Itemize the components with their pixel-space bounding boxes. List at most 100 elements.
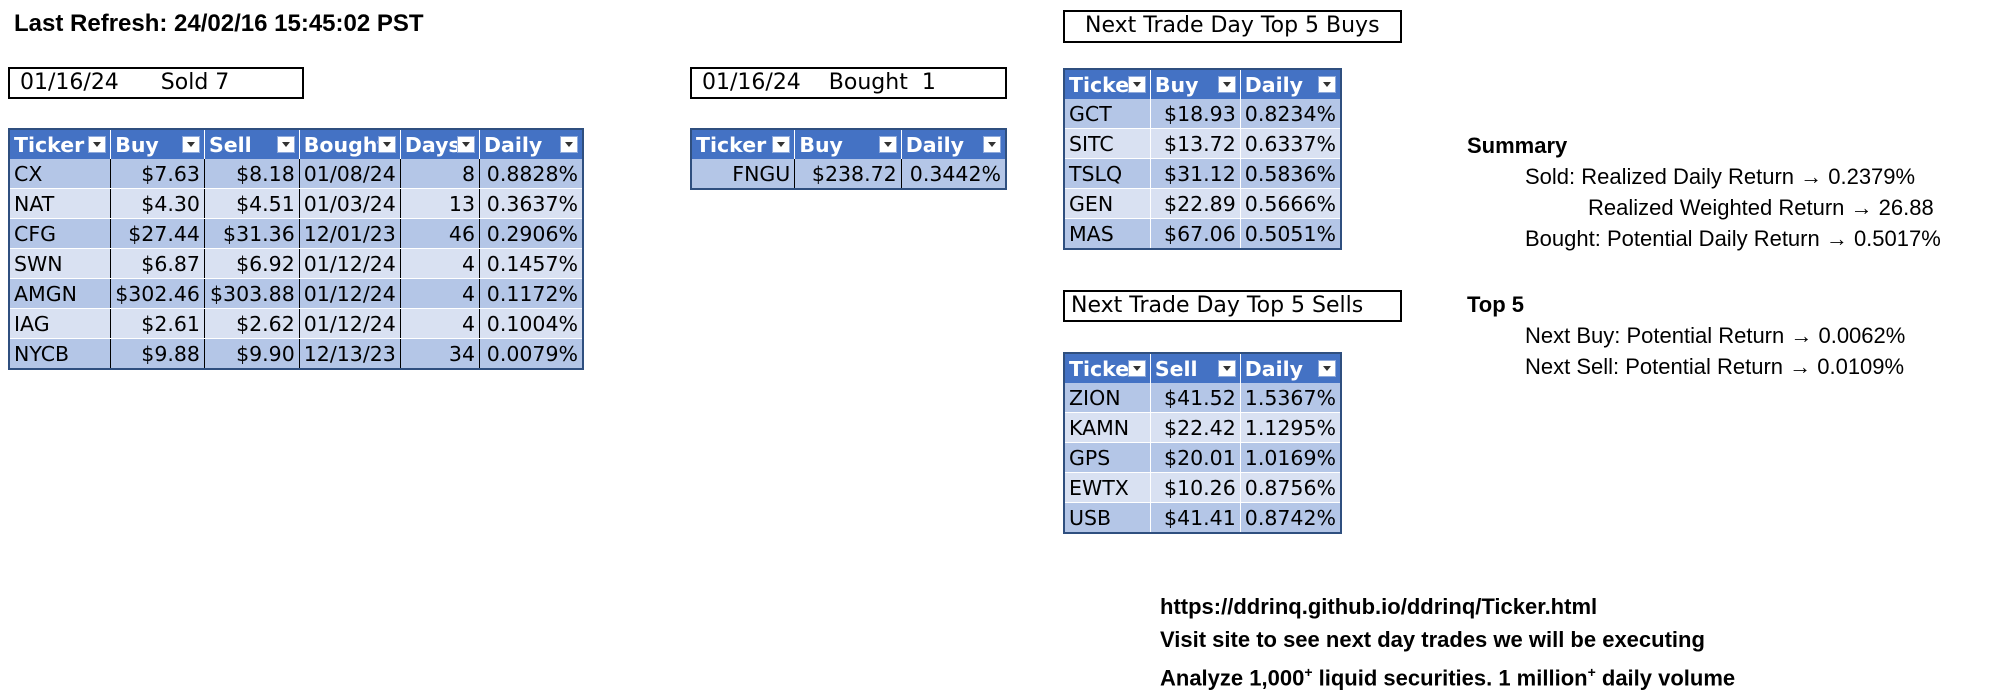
cell-bought: 01/12/24 [299, 248, 401, 279]
bought-count: 1 [921, 70, 936, 95]
col-daily[interactable]: Daily [1240, 353, 1342, 383]
filter-dropdown-icon[interactable] [1318, 76, 1336, 93]
cell-daily: 0.5051% [1240, 218, 1342, 250]
cell-bought: 01/08/24 [299, 159, 401, 189]
top5-title: Top 5 [1467, 292, 1525, 317]
footer: https://ddrinq.github.io/ddrinq/Ticker.h… [1160, 590, 1735, 694]
summary-weighted-line: Realized Weighted Return → 26.88 [1588, 195, 1934, 220]
col-buy[interactable]: Buy [110, 129, 205, 159]
summary-sold-line: Sold: Realized Daily Return → 0.2379% [1525, 164, 1916, 189]
top5-sells-title: Next Trade Day Top 5 Sells [1063, 290, 1402, 322]
top5-section: Top 5 Next Buy: Potential Return → 0.006… [1467, 289, 1905, 382]
table-row[interactable]: CX $7.63 $8.18 01/08/24 8 0.8828% [9, 159, 584, 189]
filter-dropdown-icon[interactable] [1127, 360, 1146, 377]
table-row[interactable]: NYCB $9.88 $9.90 12/13/23 34 0.0079% [9, 338, 584, 370]
table-row[interactable]: SWN $6.87 $6.92 01/12/24 4 0.1457% [9, 248, 584, 279]
filter-dropdown-icon[interactable] [878, 136, 897, 153]
cell-daily: 0.3637% [479, 188, 584, 219]
cell-days: 4 [400, 278, 481, 309]
filter-dropdown-icon[interactable] [1217, 360, 1236, 377]
top5-buy-line: Next Buy: Potential Return → 0.0062% [1525, 323, 1906, 348]
sold-date: 01/16/24 [20, 70, 119, 95]
col-ticker[interactable]: Ticker [9, 129, 112, 159]
filter-dropdown-icon[interactable] [377, 136, 396, 153]
col-sell[interactable]: Sell [1150, 353, 1241, 383]
table-row[interactable]: ZION $41.52 1.5367% [1064, 383, 1342, 413]
table-row[interactable]: NAT $4.30 $4.51 01/03/24 13 0.3637% [9, 188, 584, 219]
analyze-text: Analyze 1,000+ liquid securities. 1 mill… [1160, 664, 1736, 691]
cell-buy: $9.88 [110, 338, 205, 370]
cell-sell: $20.01 [1150, 442, 1241, 473]
site-link[interactable]: https://ddrinq.github.io/ddrinq/Ticker.h… [1160, 590, 1735, 623]
cell-daily: 1.0169% [1240, 442, 1342, 473]
cell-daily: 0.1457% [479, 248, 584, 279]
cell-daily: 0.8742% [1240, 502, 1342, 534]
table-row[interactable]: MAS $67.06 0.5051% [1064, 218, 1342, 250]
filter-dropdown-icon[interactable] [181, 136, 200, 153]
cell-ticker: NYCB [9, 338, 112, 370]
table-row[interactable]: FNGU $238.72 0.3442% [691, 159, 1007, 190]
cell-daily: 0.5666% [1240, 188, 1342, 219]
cell-daily: 0.1172% [479, 278, 584, 309]
col-daily[interactable]: Daily [901, 129, 1007, 159]
table-row[interactable]: SITC $13.72 0.6337% [1064, 128, 1342, 159]
cell-sell: $4.51 [204, 188, 300, 219]
table-row[interactable]: EWTX $10.26 0.8756% [1064, 472, 1342, 503]
col-sell[interactable]: Sell [204, 129, 300, 159]
sold-count: 7 [215, 70, 230, 95]
summary-section: Summary Sold: Realized Daily Return → 0.… [1467, 130, 1941, 254]
col-ticker[interactable]: Ticker [1064, 353, 1151, 383]
filter-dropdown-icon[interactable] [1217, 76, 1236, 93]
table-row[interactable]: TSLQ $31.12 0.5836% [1064, 158, 1342, 189]
table-row[interactable]: CFG $27.44 $31.36 12/01/23 46 0.2906% [9, 218, 584, 249]
filter-dropdown-icon[interactable] [457, 136, 476, 153]
col-days[interactable]: Days [400, 129, 481, 159]
table-row[interactable]: GCT $18.93 0.8234% [1064, 99, 1342, 129]
cell-buy: $4.30 [110, 188, 205, 219]
col-daily[interactable]: Daily [1240, 69, 1342, 99]
summary-bought-line: Bought: Potential Daily Return → 0.5017% [1525, 226, 1941, 251]
table-row[interactable]: IAG $2.61 $2.62 01/12/24 4 0.1004% [9, 308, 584, 339]
filter-dropdown-icon[interactable] [1318, 360, 1336, 377]
filter-dropdown-icon[interactable] [1127, 76, 1146, 93]
cell-sell: $2.62 [204, 308, 300, 339]
table-row[interactable]: GPS $20.01 1.0169% [1064, 442, 1342, 473]
filter-dropdown-icon[interactable] [772, 136, 791, 153]
cell-ticker: SWN [9, 248, 112, 279]
visit-text: Visit site to see next day trades we wil… [1160, 627, 1705, 652]
filter-dropdown-icon[interactable] [560, 136, 578, 153]
cell-ticker: ZION [1064, 383, 1151, 413]
filter-dropdown-icon[interactable] [88, 136, 107, 153]
cell-ticker: GPS [1064, 442, 1151, 473]
cell-bought: 01/12/24 [299, 278, 401, 309]
filter-dropdown-icon[interactable] [983, 136, 1001, 153]
cell-daily: 1.5367% [1240, 383, 1342, 413]
col-buy[interactable]: Buy [1150, 69, 1241, 99]
cell-daily: 1.1295% [1240, 412, 1342, 443]
col-daily[interactable]: Daily [479, 129, 584, 159]
cell-bought: 12/01/23 [299, 218, 401, 249]
filter-dropdown-icon[interactable] [276, 136, 295, 153]
col-ticker[interactable]: Ticker [691, 129, 796, 159]
bought-label: Bought [828, 70, 908, 95]
cell-sell: $10.26 [1150, 472, 1241, 503]
col-ticker[interactable]: Ticker [1064, 69, 1151, 99]
cell-sell: $22.42 [1150, 412, 1241, 443]
cell-ticker: AMGN [9, 278, 112, 309]
cell-ticker: NAT [9, 188, 112, 219]
cell-days: 46 [400, 218, 481, 249]
cell-sell: $303.88 [204, 278, 300, 309]
table-row[interactable]: GEN $22.89 0.5666% [1064, 188, 1342, 219]
cell-daily: 0.8828% [479, 159, 584, 189]
cell-ticker: FNGU [691, 159, 796, 190]
cell-ticker: CFG [9, 218, 112, 249]
table-row[interactable]: AMGN $302.46 $303.88 01/12/24 4 0.1172% [9, 278, 584, 309]
cell-daily: 0.0079% [479, 338, 584, 370]
cell-buy: $238.72 [794, 159, 902, 190]
table-row[interactable]: KAMN $22.42 1.1295% [1064, 412, 1342, 443]
cell-ticker: IAG [9, 308, 112, 339]
cell-ticker: EWTX [1064, 472, 1151, 503]
table-row[interactable]: USB $41.41 0.8742% [1064, 502, 1342, 534]
col-buy[interactable]: Buy [794, 129, 902, 159]
col-bought[interactable]: Bought [299, 129, 401, 159]
